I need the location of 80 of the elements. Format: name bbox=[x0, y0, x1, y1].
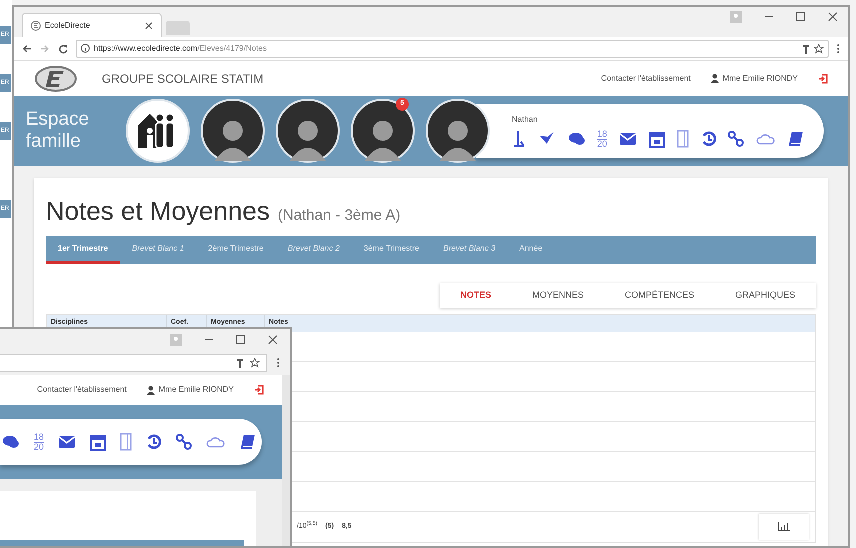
link-icon bbox=[728, 131, 744, 147]
logout-icon bbox=[818, 74, 828, 84]
link-button[interactable] bbox=[176, 434, 192, 450]
reload-icon bbox=[58, 44, 68, 54]
book-icon bbox=[788, 131, 804, 147]
close-button[interactable] bbox=[268, 335, 278, 345]
contact-link[interactable]: Contacter l'établissement bbox=[601, 72, 691, 84]
menu-icon bbox=[277, 358, 280, 368]
logout-button[interactable] bbox=[818, 74, 828, 84]
history-button[interactable] bbox=[146, 434, 162, 450]
chat-button[interactable] bbox=[568, 131, 586, 147]
history-icon bbox=[146, 434, 162, 450]
maximize-icon bbox=[236, 335, 246, 345]
period-tab[interactable]: Brevet Blanc 3 bbox=[431, 236, 508, 264]
maximize-button[interactable] bbox=[796, 12, 806, 22]
student-name: Nathan bbox=[512, 114, 538, 126]
cloud-button[interactable] bbox=[756, 132, 776, 146]
view-tab[interactable]: COMPÉTENCES bbox=[624, 288, 694, 302]
back-icon bbox=[22, 44, 32, 54]
maximize-icon bbox=[796, 12, 806, 22]
chat-icon bbox=[568, 131, 586, 147]
user-icon bbox=[710, 74, 719, 83]
star-icon bbox=[814, 44, 824, 54]
forward-icon bbox=[40, 44, 50, 54]
space-title: Espace famille bbox=[26, 109, 90, 153]
link-icon bbox=[176, 434, 192, 450]
contact-link[interactable]: Contacter l'établissement bbox=[37, 384, 127, 396]
period-tab[interactable]: Année bbox=[508, 236, 555, 264]
school-name: GROUPE SCOLAIRE STATIM bbox=[102, 70, 265, 88]
mail-button[interactable] bbox=[58, 435, 76, 449]
back-button[interactable] bbox=[22, 44, 32, 54]
period-tab[interactable]: 1er Trimestre bbox=[46, 236, 120, 264]
maximize-button[interactable] bbox=[236, 335, 246, 345]
chat-button[interactable] bbox=[2, 434, 20, 450]
page-title: Notes et Moyennes bbox=[46, 195, 270, 228]
browser-tab[interactable]: EcoleDirecte bbox=[22, 13, 162, 37]
mail-icon bbox=[619, 132, 638, 146]
user-icon bbox=[146, 386, 155, 394]
period-tab[interactable]: 2ème Trimestre bbox=[196, 236, 276, 264]
profile-icon bbox=[170, 334, 182, 346]
mail-icon bbox=[58, 435, 76, 449]
close-icon bbox=[268, 335, 278, 345]
address-bar[interactable]: https://www.ecoledirecte.com/Eleves/4179/Notes bbox=[76, 40, 829, 58]
history-icon bbox=[700, 131, 717, 147]
user-link[interactable]: Mme Emilie RIONDY bbox=[710, 72, 798, 84]
close-tab-icon bbox=[145, 22, 153, 30]
book-icon bbox=[240, 434, 256, 450]
bar-chart-icon bbox=[778, 522, 790, 532]
book-button[interactable] bbox=[240, 434, 256, 450]
cloud-icon bbox=[206, 435, 226, 449]
view-tab[interactable]: GRAPHIQUES bbox=[735, 288, 796, 302]
profile-icon bbox=[730, 11, 742, 23]
period-tab[interactable]: Brevet Blanc 1 bbox=[120, 236, 196, 264]
view-tab[interactable]: NOTES bbox=[460, 288, 492, 302]
school-logo bbox=[34, 64, 78, 94]
close-button[interactable] bbox=[828, 12, 838, 22]
history-button[interactable] bbox=[700, 131, 717, 147]
notebook-icon bbox=[120, 433, 132, 451]
cloud-icon bbox=[756, 132, 776, 146]
link-button[interactable] bbox=[728, 131, 744, 147]
period-tab[interactable]: 3ème Trimestre bbox=[352, 236, 432, 264]
chart-button[interactable] bbox=[759, 514, 809, 540]
info-icon bbox=[81, 44, 90, 53]
view-tab[interactable]: MOYENNES bbox=[532, 288, 584, 302]
menu-icon bbox=[837, 44, 840, 54]
mail-button[interactable] bbox=[619, 132, 638, 146]
cloud-button[interactable] bbox=[206, 435, 226, 449]
reload-button[interactable] bbox=[58, 44, 68, 54]
book-button[interactable] bbox=[788, 131, 804, 147]
logout-button[interactable] bbox=[254, 385, 264, 395]
chat-icon bbox=[2, 434, 20, 450]
close-icon bbox=[828, 12, 838, 22]
star-icon bbox=[250, 358, 260, 368]
page-subtitle: (Nathan - 3ème A) bbox=[278, 206, 401, 226]
logo-icon bbox=[31, 20, 41, 30]
notebook-icon bbox=[676, 130, 689, 148]
logout-icon bbox=[254, 385, 264, 395]
user-link[interactable]: Mme Emilie RIONDY bbox=[146, 384, 234, 396]
close-tab-button[interactable] bbox=[145, 22, 153, 30]
period-tab[interactable]: Brevet Blanc 2 bbox=[276, 236, 352, 264]
